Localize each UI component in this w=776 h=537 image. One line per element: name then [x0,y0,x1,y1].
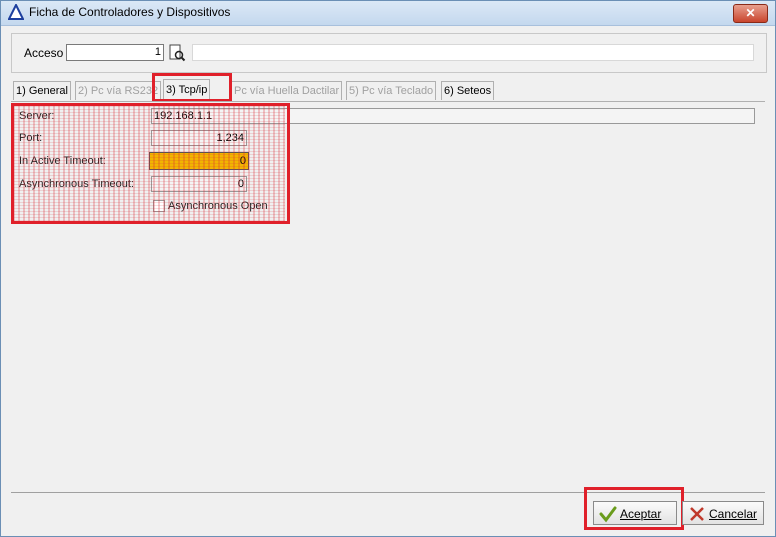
search-document-icon[interactable] [168,44,186,62]
highlight-tab-tcpip [152,73,232,102]
app-triangle-icon [8,4,24,20]
cancel-label: Cancelar [709,507,758,521]
highlight-tcpip-fields [11,103,290,224]
tab-pc-rs232[interactable]: 2) Pc vía RS232 [75,81,162,100]
cancel-button[interactable]: Cancelar [682,501,764,525]
access-panel: Acceso 1 [11,33,767,73]
tab-pc-huella[interactable]: Pc vía Huella Dactilar [231,81,343,100]
x-cancel-icon [690,507,704,521]
window-title: Ficha de Controladores y Dispositivos [29,5,231,19]
description-field[interactable] [192,44,754,61]
close-button[interactable]: ✕ [733,4,768,23]
title-bar: Ficha de Controladores y Dispositivos ✕ [1,1,775,26]
tab-seteos[interactable]: 6) Seteos [441,81,495,100]
tab-pc-teclado[interactable]: 5) Pc vía Teclado [346,81,437,100]
highlight-accept-button [584,487,684,530]
dialog-window: Ficha de Controladores y Dispositivos ✕ … [0,0,776,537]
tab-general[interactable]: 1) General [13,81,71,100]
acceso-input[interactable]: 1 [66,44,164,61]
acceso-label: Acceso [24,46,64,60]
